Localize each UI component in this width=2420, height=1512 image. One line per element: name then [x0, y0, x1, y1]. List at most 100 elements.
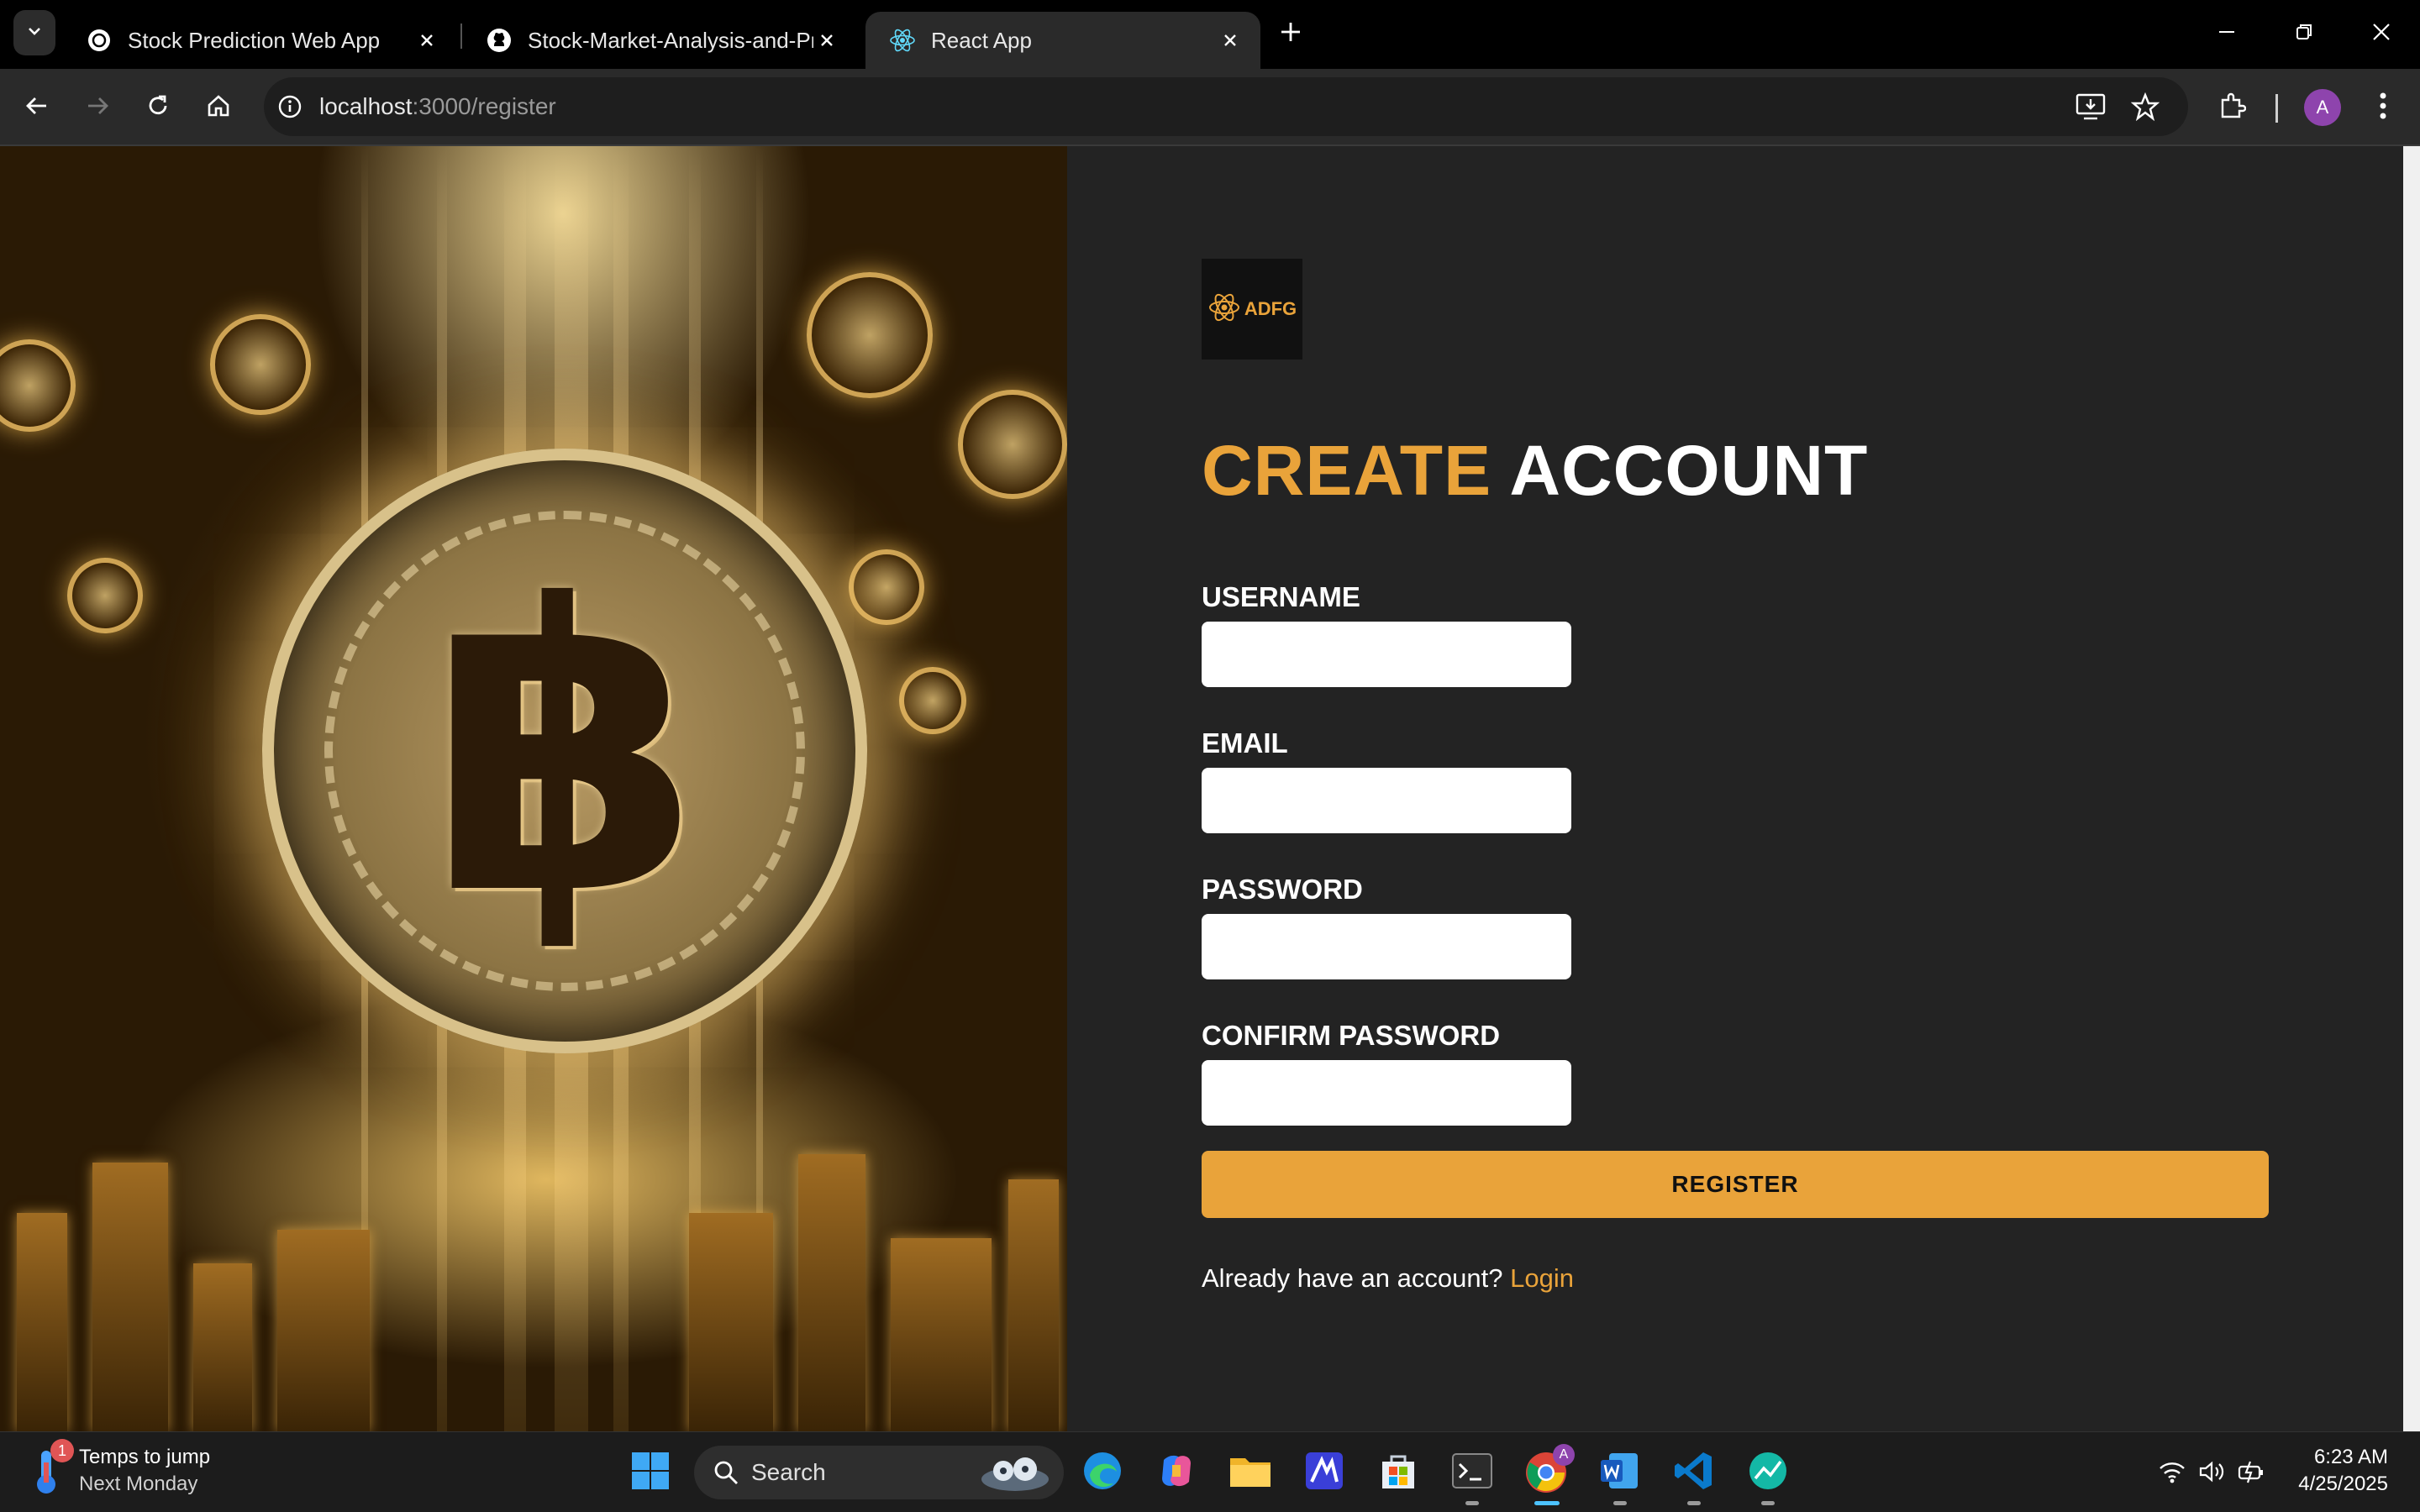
extensions-button[interactable] [2212, 87, 2252, 128]
running-indicator [1613, 1501, 1627, 1505]
chevron-down-icon [26, 23, 43, 44]
running-indicator [1534, 1501, 1560, 1505]
minimize-button[interactable] [2210, 17, 2244, 50]
username-input[interactable] [1202, 622, 1571, 687]
edge-app[interactable] [1079, 1449, 1126, 1496]
system-clock[interactable]: 6:23 AM 4/25/2025 [2298, 1444, 2388, 1498]
page-viewport: ฿ ADFG CREATE ACCOUNT USERNAME EMAIL PAS… [0, 146, 2420, 1431]
copilot-icon [1155, 1450, 1197, 1496]
new-tab-button[interactable] [1276, 18, 1306, 49]
close-icon[interactable] [415, 29, 439, 52]
weather-text: Temps to jump Next Monday [79, 1444, 210, 1498]
terminal-app[interactable] [1449, 1449, 1496, 1496]
bitcoin-hero-image: ฿ [0, 146, 1067, 1431]
glow-orb [210, 314, 311, 415]
windows-logo-icon [630, 1451, 671, 1495]
windows-taskbar: 1 Temps to jump Next Monday Search A 6:2… [0, 1431, 2420, 1512]
install-app-icon[interactable] [2075, 92, 2106, 121]
register-button[interactable]: REGISTER [1202, 1151, 2269, 1218]
plus-icon [1280, 21, 1302, 47]
glow-orb [958, 390, 1067, 499]
vscode-icon [1673, 1450, 1715, 1496]
vscode-app[interactable] [1670, 1449, 1718, 1496]
reload-button[interactable] [138, 87, 178, 128]
word-icon [1599, 1450, 1641, 1496]
close-window-button[interactable] [2365, 17, 2398, 50]
wifi-icon [2158, 1459, 2186, 1488]
windows-start-button[interactable] [627, 1449, 674, 1496]
analytics-app[interactable] [1744, 1449, 1791, 1496]
file-explorer-app[interactable] [1227, 1449, 1274, 1496]
tab-react-app[interactable]: React App [865, 12, 1260, 69]
battery-status[interactable] [2235, 1457, 2267, 1489]
title-rest: ACCOUNT [1509, 431, 1869, 510]
url-path: :3000/register [412, 93, 556, 119]
address-bar[interactable]: localhost:3000/register [264, 77, 2188, 136]
home-button[interactable] [198, 87, 239, 128]
city-building [1008, 1179, 1059, 1431]
ai-app[interactable] [1301, 1449, 1348, 1496]
volume-icon [2198, 1459, 2227, 1488]
city-building [891, 1238, 992, 1431]
url-host: localhost [319, 93, 413, 119]
search-label: Search [751, 1459, 826, 1485]
city-building [17, 1213, 67, 1431]
page-scrollbar[interactable] [2403, 146, 2420, 1431]
weather-subtitle: Next Monday [79, 1473, 198, 1495]
restore-button[interactable] [2287, 17, 2321, 50]
running-indicator [1465, 1501, 1479, 1505]
menu-button[interactable] [2363, 87, 2403, 128]
weather-widget[interactable]: 1 Temps to jump Next Monday [30, 1439, 210, 1498]
reload-icon [145, 93, 171, 123]
browser-toolbar: localhost:3000/register A [0, 69, 2420, 146]
city-building [689, 1213, 773, 1431]
microsoft-store-app[interactable] [1375, 1449, 1422, 1496]
city-building [798, 1154, 865, 1431]
kebab-menu-icon [2379, 92, 2387, 124]
city-building [92, 1163, 168, 1431]
glow-orb [849, 549, 924, 625]
clock-date: 4/25/2025 [2298, 1473, 2388, 1495]
ai-app-icon [1303, 1450, 1345, 1496]
copilot-app[interactable] [1153, 1449, 1200, 1496]
analytics-icon [1747, 1450, 1789, 1496]
confirm-password-label: CONFIRM PASSWORD [1202, 1020, 1501, 1051]
confirm-password-input[interactable] [1202, 1060, 1571, 1126]
glow-orb [807, 272, 933, 398]
tab-github[interactable]: Stock-Market-Analysis-and-Pre [462, 12, 857, 69]
profile-avatar[interactable]: A [2304, 89, 2341, 126]
edge-icon [1081, 1450, 1123, 1496]
login-link[interactable]: Login [1510, 1263, 1574, 1293]
atom-icon [1207, 291, 1241, 328]
url-text: localhost:3000/register [319, 93, 556, 120]
glow-orb [0, 339, 76, 432]
wifi-status[interactable] [2156, 1457, 2188, 1489]
password-label: PASSWORD [1202, 874, 1363, 905]
word-app[interactable] [1597, 1449, 1644, 1496]
bookmark-star-icon[interactable] [2131, 92, 2160, 121]
volume-status[interactable] [2196, 1457, 2228, 1489]
github-icon [486, 27, 513, 54]
battery-charging-icon [2237, 1459, 2265, 1488]
login-prompt: Already have an account? Login [1202, 1263, 1574, 1294]
chrome-icon: A [1524, 1444, 1575, 1494]
close-icon[interactable] [1218, 29, 1242, 52]
tab-search-button[interactable] [13, 10, 55, 55]
email-input[interactable] [1202, 768, 1571, 833]
email-label: EMAIL [1202, 727, 1288, 759]
logo-text: ADFG [1244, 298, 1297, 319]
browser-titlebar: Stock Prediction Web App Stock-Market-An… [0, 0, 2420, 69]
openai-icon [86, 27, 113, 54]
close-icon[interactable] [815, 29, 839, 52]
site-info-icon[interactable] [277, 94, 302, 119]
register-panel: ADFG CREATE ACCOUNT USERNAME EMAIL PASSW… [1067, 146, 2403, 1431]
chrome-app[interactable]: A [1523, 1444, 1575, 1496]
arrow-left-icon [24, 93, 50, 123]
search-highlight-icon [978, 1451, 1052, 1494]
taskbar-search[interactable]: Search [694, 1446, 1064, 1499]
password-input[interactable] [1202, 914, 1571, 979]
forward-button[interactable] [77, 87, 118, 128]
weather-title: Temps to jump [79, 1446, 211, 1468]
tab-stock-prediction[interactable]: Stock Prediction Web App [62, 12, 457, 69]
back-button[interactable] [17, 87, 57, 128]
